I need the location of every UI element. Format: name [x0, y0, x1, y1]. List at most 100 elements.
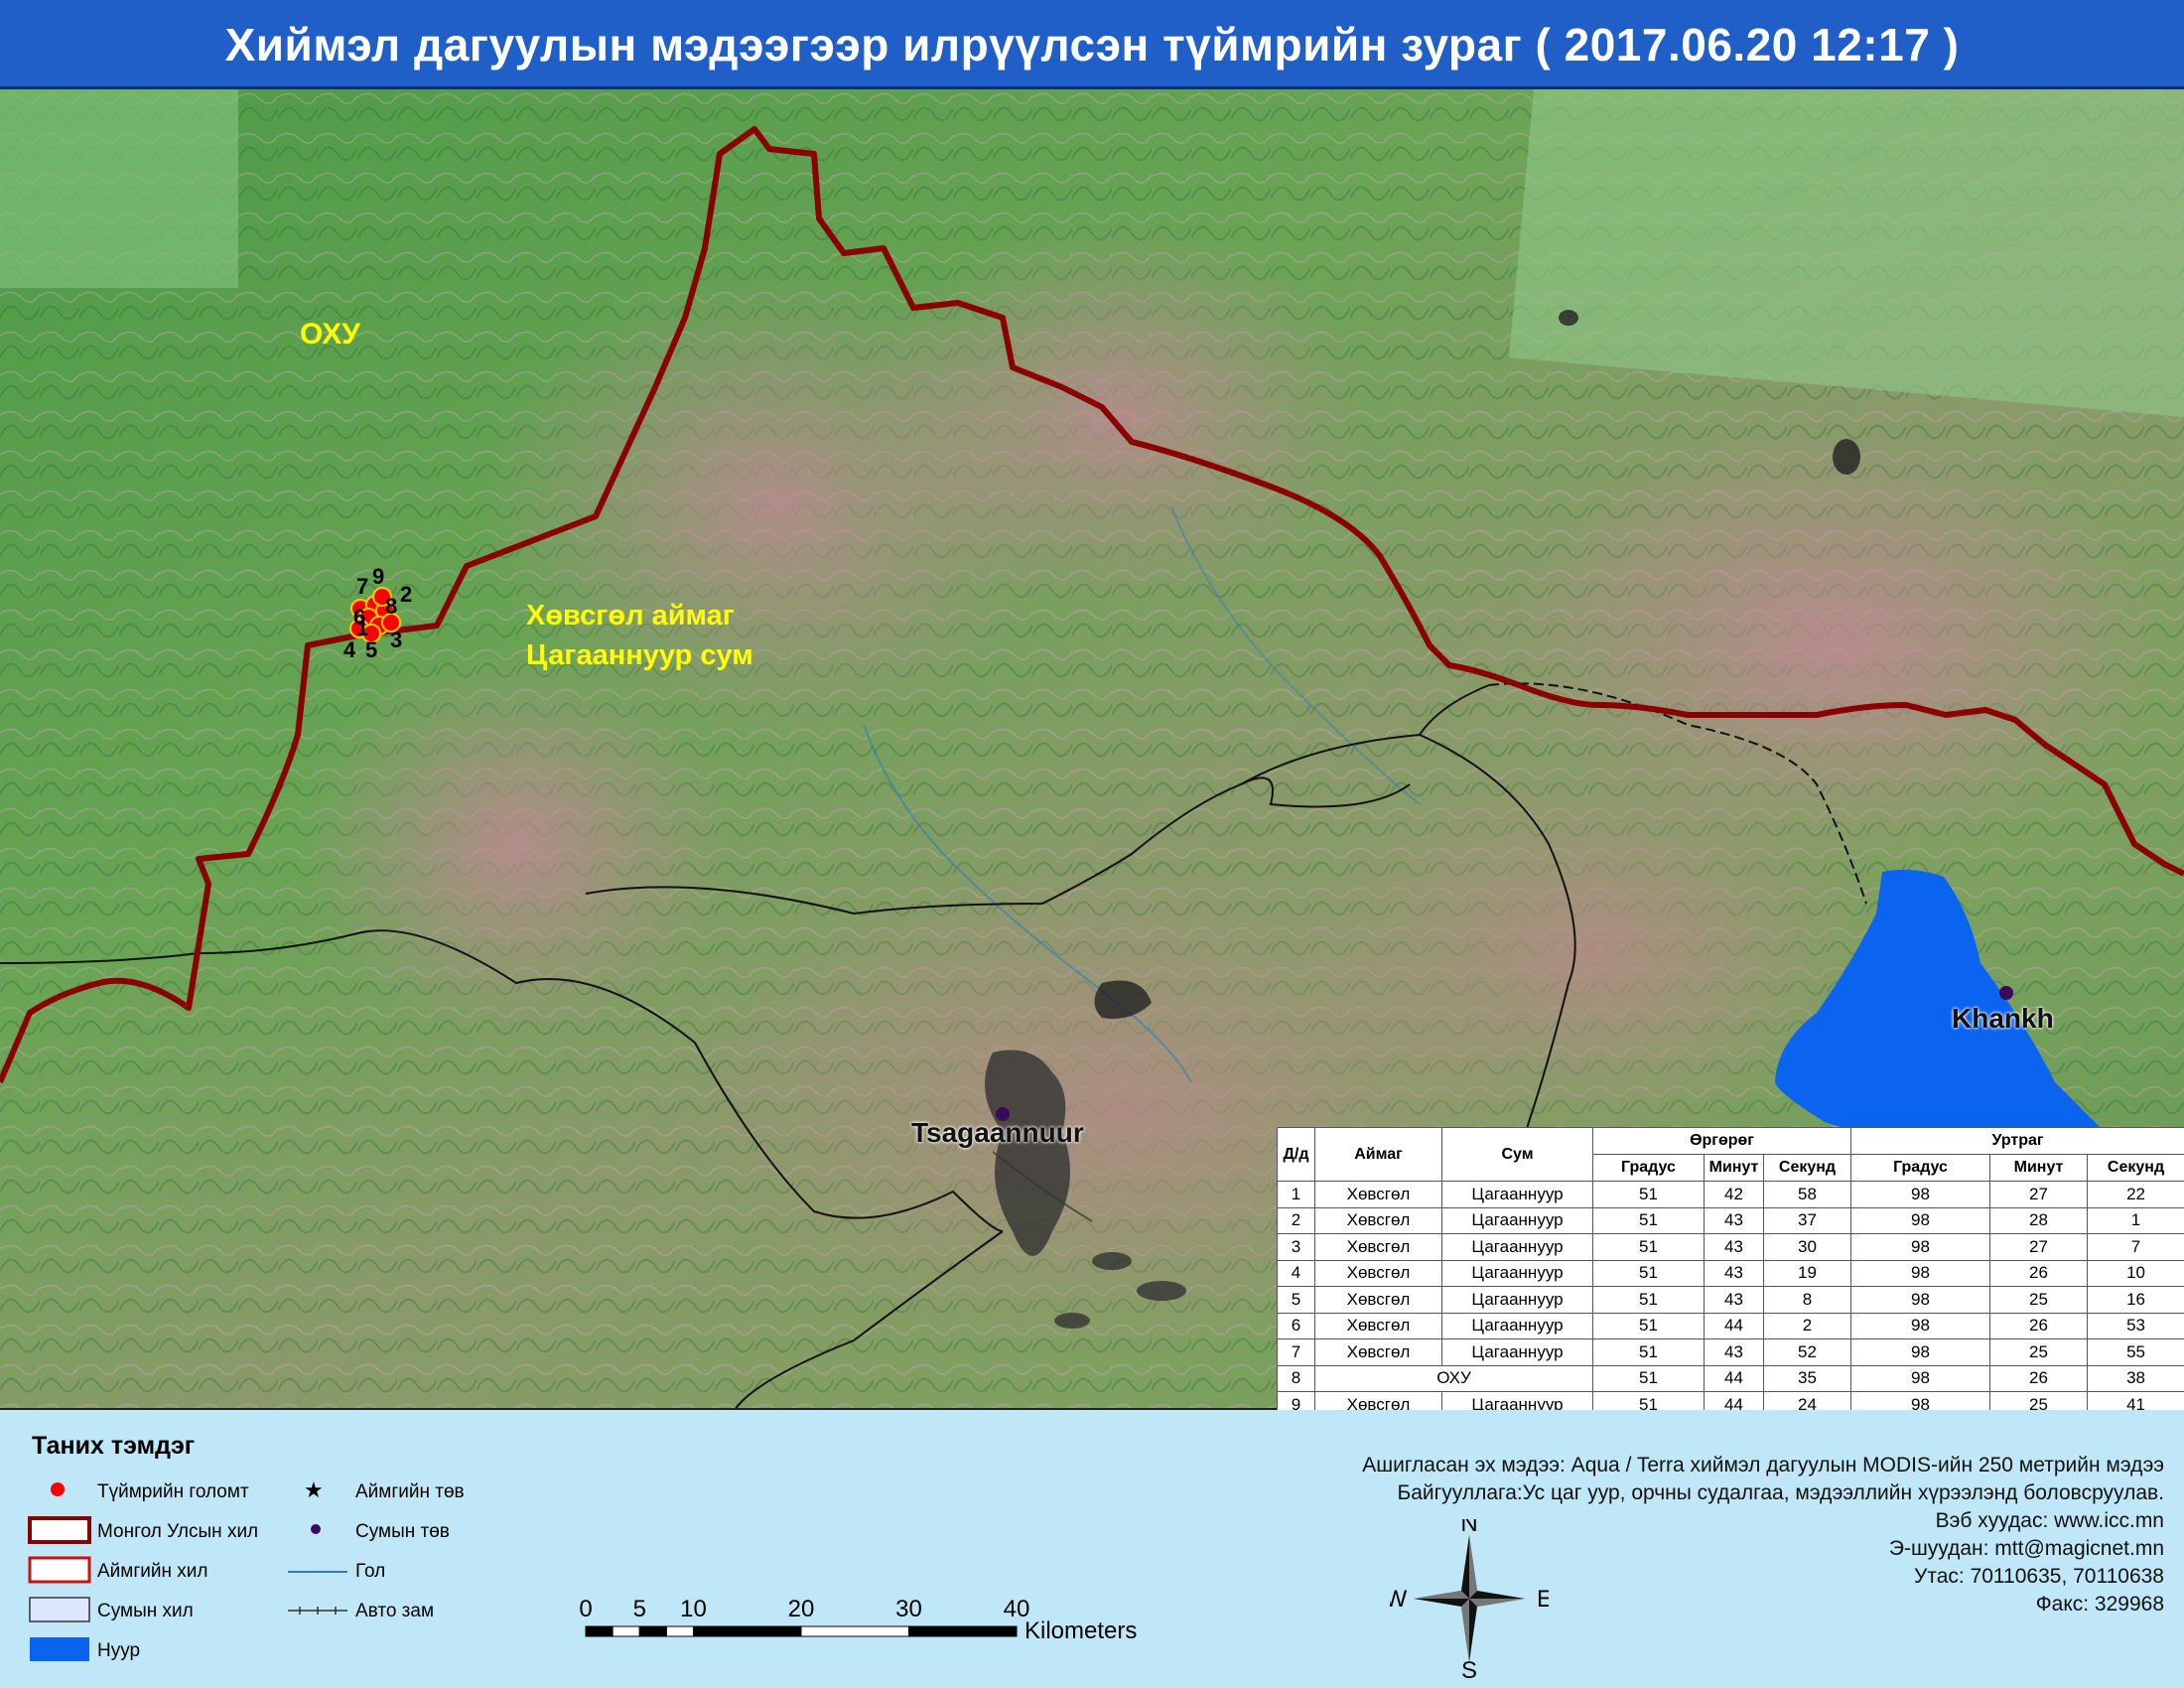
cell-aimag: Хөвсгөл [1314, 1233, 1442, 1261]
sum-center-legend-icon [311, 1524, 321, 1534]
fire-number: 6 [353, 605, 366, 630]
wetland [1137, 1281, 1186, 1301]
cell-no: 1 [1277, 1181, 1315, 1208]
compass-s: S [1461, 1657, 1477, 1678]
scale-segment [665, 1625, 694, 1637]
fire-legend-icon [51, 1482, 65, 1496]
cell-lat: 51 [1592, 1364, 1705, 1392]
cell-lon: 22 [2087, 1181, 2184, 1208]
legend-aimag-center-label: Аймгийн төв [355, 1481, 465, 1502]
table-row: 5 Хөвсгөл Цагааннуур 51 43 8 98 25 16 [1277, 1286, 2184, 1314]
table-row: 8 ОХУ 51 44 35 98 26 38 [1277, 1364, 2184, 1392]
wetland [1054, 1313, 1090, 1329]
legend-aimag-border-label: Аймгийн хил [97, 1561, 208, 1582]
cell-lon: 1 [2087, 1206, 2184, 1234]
fire-coordinates-table: Д/д Аймаг Сум Өргөрөг Уртраг Градус Мину… [1277, 1127, 2184, 1419]
legend-title: Таних тэмдэг [32, 1432, 196, 1460]
cell-lat: 51 [1592, 1338, 1705, 1366]
cell-sum: Цагааннуур [1441, 1259, 1593, 1287]
header-no: Д/д [1277, 1127, 1315, 1182]
scale-segment [638, 1625, 667, 1637]
wetland [1833, 439, 1860, 475]
cell-lon: 28 [1989, 1206, 2089, 1234]
cell-lon: 53 [2087, 1312, 2184, 1339]
cell-no: 4 [1277, 1259, 1315, 1287]
wetland [1559, 310, 1578, 326]
table-row: 1 Хөвсгөл Цагааннуур 51 42 58 98 27 22 [1277, 1181, 2184, 1208]
header-latitude: Өргөрөг [1591, 1127, 1852, 1155]
cell-lat: 51 [1592, 1206, 1705, 1234]
cell-no: 6 [1277, 1312, 1315, 1339]
cell-lon: 27 [1989, 1181, 2089, 1208]
legend-road-label: Авто зам [355, 1601, 435, 1621]
cell-lat: 43 [1704, 1233, 1764, 1261]
cell-lat: 35 [1762, 1364, 1852, 1392]
scale-segment [800, 1625, 909, 1637]
lake-legend-icon [30, 1637, 89, 1661]
scale-unit: Kilometers [1024, 1618, 1137, 1644]
fire-number: 3 [390, 628, 403, 652]
national-border-legend-icon [28, 1516, 91, 1544]
cell-aimag: Хөвсгөл [1314, 1286, 1442, 1314]
header-lon-min: Минут [1989, 1154, 2089, 1182]
scale-tick-label: 30 [895, 1596, 922, 1622]
cell-lon: 98 [1850, 1338, 1991, 1366]
cell-lat: 51 [1592, 1286, 1705, 1314]
cell-lat: 43 [1704, 1286, 1764, 1314]
label-aimag-sum: Хөвсгөл аймаг Цагааннуур сум [526, 596, 753, 675]
cell-lon: 98 [1850, 1259, 1991, 1287]
cell-lat: 42 [1704, 1181, 1764, 1208]
table-header-row: Д/д Аймаг Сум Өргөрөг Уртраг [1277, 1127, 2184, 1182]
cell-lat: 58 [1762, 1181, 1852, 1208]
fire-number: 5 [365, 637, 378, 662]
cell-sum: Цагааннуур [1441, 1206, 1593, 1234]
legend-fire-label: Түймрийн голомт [97, 1481, 249, 1502]
scale-segment [585, 1625, 614, 1637]
sum-border-legend-icon [29, 1597, 90, 1622]
cell-lat: 51 [1592, 1259, 1705, 1287]
cell-lon: 98 [1850, 1364, 1991, 1392]
cell-lat: 43 [1704, 1259, 1764, 1287]
label-russia: ОХУ [300, 318, 360, 351]
compass-e: E [1537, 1586, 1549, 1613]
cell-lon: 16 [2087, 1286, 2184, 1314]
cell-lon: 98 [1850, 1181, 1991, 1208]
cell-sum: Цагааннуур [1441, 1181, 1593, 1208]
cell-lat: 44 [1704, 1364, 1764, 1392]
label-khankh: Khankh [1952, 1003, 2054, 1034]
compass-w: W [1390, 1586, 1408, 1613]
credit-organization: Байгууллага:Ус цаг уур, орчны судалгаа, … [1397, 1481, 2164, 1504]
title-bar: Хиймэл дагуулын мэдээгээр илрүүлсэн түйм… [0, 0, 2184, 89]
fire-number: 2 [400, 582, 413, 607]
north-arrow: N S W E [1390, 1519, 1549, 1678]
table-row: 6 Хөвсгөл Цагааннуур 51 44 2 98 26 53 [1277, 1312, 2184, 1339]
scale-segment [693, 1625, 802, 1637]
cell-lat: 51 [1592, 1181, 1705, 1208]
cell-no: 7 [1277, 1338, 1315, 1366]
header-longitude: Уртраг [1850, 1127, 2184, 1155]
scale-tick-label: 0 [579, 1596, 592, 1622]
header-sum: Сум [1441, 1127, 1593, 1182]
cell-sum: Цагааннуур [1441, 1312, 1593, 1339]
fire-number: 7 [356, 574, 369, 599]
cell-aimag: Хөвсгөл [1314, 1206, 1442, 1234]
cell-lon: 55 [2087, 1338, 2184, 1366]
cell-lat: 51 [1592, 1312, 1705, 1339]
scale-bar: 0 5 10 20 30 40Kilometers [579, 1596, 1137, 1644]
legend-sum-center-label: Сумын төв [355, 1521, 450, 1542]
scale-tick-label: 20 [788, 1596, 815, 1622]
cell-lat: 30 [1762, 1233, 1852, 1261]
fire-number: 8 [385, 594, 398, 619]
cell-sum: Цагааннуур [1441, 1338, 1593, 1366]
cell-aimag: Хөвсгөл [1314, 1259, 1442, 1287]
header-lat-deg: Градус [1592, 1154, 1705, 1182]
cell-no: 2 [1277, 1206, 1315, 1234]
table-row: 4 Хөвсгөл Цагааннуур 51 43 19 98 26 10 [1277, 1259, 2184, 1287]
cell-aimag: Хөвсгөл [1314, 1338, 1442, 1366]
cell-aimag: ОХУ [1314, 1364, 1593, 1392]
map-title: Хиймэл дагуулын мэдээгээр илрүүлсэн түйм… [224, 19, 1960, 70]
cell-lat: 37 [1762, 1206, 1852, 1234]
cell-lat: 51 [1592, 1233, 1705, 1261]
scale-tick-label: 5 [633, 1596, 646, 1622]
label-aimag: Хөвсгөл аймаг [526, 600, 735, 632]
